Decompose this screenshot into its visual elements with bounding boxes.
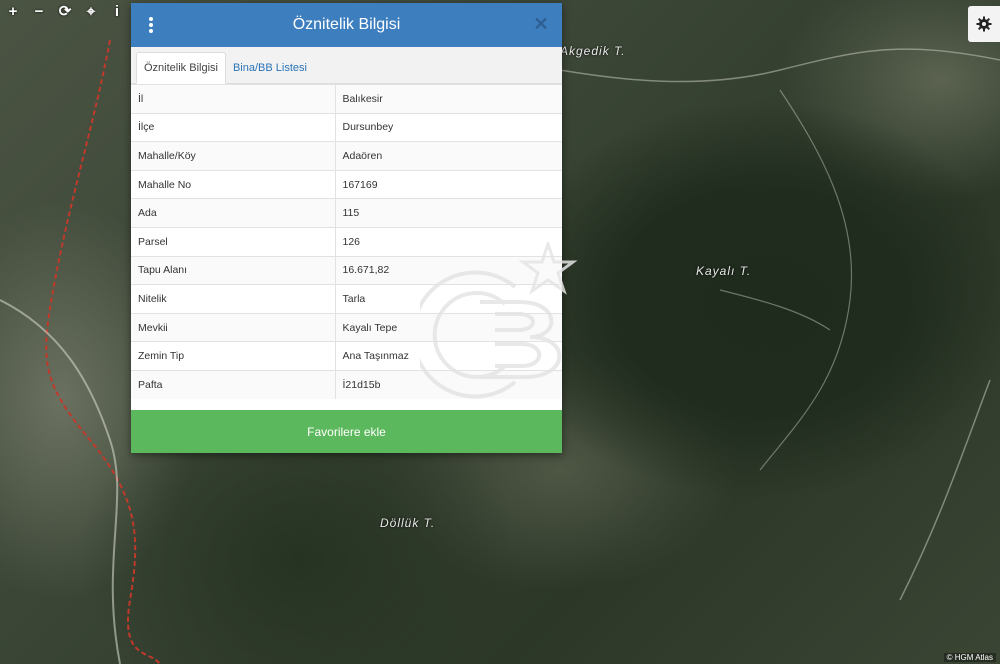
attribute-key: Parsel: [131, 226, 336, 257]
map-toolbar: + − ⟳ ⌖ i: [0, 0, 130, 22]
attribute-key: Mahalle/Köy: [131, 141, 336, 171]
attribute-key: İlçe: [131, 112, 336, 142]
attribute-key: Zemin Tip: [131, 341, 336, 371]
attribute-value: 126: [335, 226, 562, 257]
attribute-value: 167169: [335, 169, 562, 199]
tab-attribute-info[interactable]: Öznitelik Bilgisi: [136, 52, 226, 84]
track-line: [559, 48, 1000, 83]
map-label-akgedik: Akgedik T.: [560, 44, 626, 58]
gear-icon: [976, 16, 992, 32]
zoom-in-icon[interactable]: +: [0, 0, 26, 22]
attribute-value: Adaören: [335, 141, 562, 171]
map-label-kayali: Kayalı T.: [696, 264, 752, 278]
menu-button[interactable]: [143, 15, 159, 35]
attribute-value: Ana Taşınmaz: [335, 341, 562, 371]
map-label-dolluk: Döllük T.: [380, 516, 436, 530]
panel-title: Öznitelik Bilgisi: [292, 16, 401, 33]
table-row: Zemin Tip Ana Taşınmaz: [131, 341, 562, 371]
attribute-value: Kayalı Tepe: [335, 312, 562, 342]
info-icon[interactable]: i: [104, 0, 130, 22]
attribute-key: Ada: [131, 198, 336, 228]
tab-building-list[interactable]: Bina/BB Listesi: [226, 53, 314, 83]
table-row: İl Balıkesir: [131, 84, 562, 114]
attribute-key: Mahalle No: [131, 169, 336, 199]
attribute-key: Tapu Alanı: [131, 255, 336, 285]
panel-tabs: Öznitelik Bilgisi Bina/BB Listesi: [131, 47, 562, 84]
add-to-favorites-button[interactable]: Favorilere ekle: [131, 410, 562, 453]
close-icon[interactable]: ✕: [530, 13, 552, 35]
attribute-value: Dursunbey: [335, 112, 562, 142]
settings-button[interactable]: [968, 6, 1000, 42]
table-row: Nitelik Tarla: [131, 284, 562, 314]
attribute-key: İl: [131, 84, 336, 114]
locate-icon[interactable]: ⌖: [78, 0, 104, 22]
table-row: İlçe Dursunbey: [131, 112, 562, 142]
road-line: [899, 379, 991, 601]
attribute-value: İ21d15b: [335, 369, 562, 400]
table-row: Mevkii Kayalı Tepe: [131, 312, 562, 342]
attribute-key: Mevkii: [131, 312, 336, 342]
attribute-key: Pafta: [131, 369, 336, 400]
map-attribution: © HGM Atlas: [943, 653, 996, 662]
zoom-out-icon[interactable]: −: [26, 0, 52, 22]
attribute-value: Balıkesir: [335, 84, 562, 114]
table-row: Tapu Alanı 16.671,82: [131, 255, 562, 285]
attribute-value: Tarla: [335, 284, 562, 314]
table-row: Ada 115: [131, 198, 562, 228]
attribute-panel: Öznitelik Bilgisi ✕ Öznitelik Bilgisi Bi…: [131, 3, 562, 453]
attribute-key: Nitelik: [131, 284, 336, 314]
attribute-value: 16.671,82: [335, 255, 562, 285]
refresh-icon[interactable]: ⟳: [52, 0, 78, 22]
table-row: Mahalle No 167169: [131, 169, 562, 199]
table-row: Parsel 126: [131, 226, 562, 257]
road-line: [0, 299, 121, 664]
kebab-menu-icon: [149, 17, 153, 33]
table-row: Pafta İ21d15b: [131, 369, 562, 400]
track-line: [759, 89, 853, 471]
attribute-value: 115: [335, 198, 562, 228]
attribute-table: İl Balıkesir İlçe Dursunbey Mahalle/Köy Adaör…: [131, 84, 562, 400]
table-row: Mahalle/Köy Adaören: [131, 141, 562, 171]
track-line: [719, 289, 831, 331]
panel-header: Öznitelik Bilgisi ✕: [131, 3, 562, 47]
